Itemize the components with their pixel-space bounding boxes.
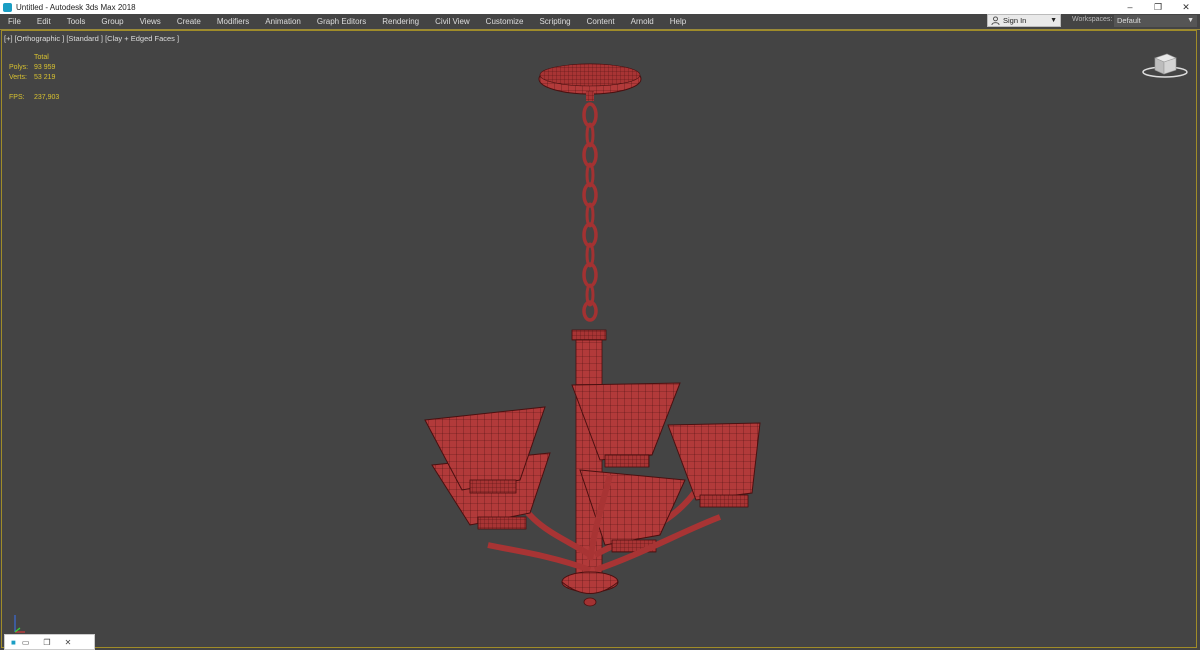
menu-create[interactable]: Create <box>169 14 209 29</box>
viewport-statistics: Total Polys: 93 959 Verts: 53 219 FPS: 2… <box>9 53 59 103</box>
restore-icon[interactable]: ❐ <box>43 638 50 647</box>
menu-content[interactable]: Content <box>579 14 623 29</box>
user-icon <box>991 16 1000 25</box>
stats-verts-label: Verts: <box>9 74 27 81</box>
chevron-down-icon: ▼ <box>1050 17 1057 24</box>
viewport-label-menu[interactable]: [+] [Orthographic ] [Standard ] [Clay + … <box>4 34 179 43</box>
window-title: Untitled - Autodesk 3ds Max 2018 <box>16 2 136 12</box>
close-button[interactable]: ✕ <box>1172 0 1200 14</box>
menu-views[interactable]: Views <box>132 14 169 29</box>
stats-fps-label: FPS: <box>9 94 25 101</box>
chevron-down-icon: ▼ <box>1187 17 1194 24</box>
stats-verts-value: 53 219 <box>34 74 56 81</box>
workspaces-label: Workspaces: <box>1072 16 1113 23</box>
menu-edit[interactable]: Edit <box>29 14 59 29</box>
close-icon[interactable]: ✕ <box>65 638 72 647</box>
title-bar: Untitled - Autodesk 3ds Max 2018 – ❐ ✕ <box>0 0 1200 14</box>
workspaces-value: Default <box>1117 16 1141 25</box>
menu-group[interactable]: Group <box>93 14 131 29</box>
stats-total-label: Total <box>34 54 49 61</box>
minimized-window-tab[interactable]: ■ ▭ ❐ ✕ <box>4 634 95 650</box>
restore-button[interactable]: ❐ <box>1144 0 1172 14</box>
window-icon[interactable]: ▭ <box>22 638 30 647</box>
menu-help[interactable]: Help <box>662 14 694 29</box>
stats-polys-value: 93 959 <box>34 64 56 71</box>
stats-fps-value: 237,903 <box>34 94 60 101</box>
menu-file[interactable]: File <box>0 14 29 29</box>
viewcube-icon[interactable] <box>1140 50 1190 80</box>
menu-tools[interactable]: Tools <box>59 14 94 29</box>
window-controls: – ❐ ✕ <box>1116 0 1200 14</box>
3dsmax-app-icon <box>3 2 12 12</box>
3dsmax-icon[interactable]: ■ <box>11 638 16 647</box>
workspaces-select[interactable]: Default ▼ <box>1114 15 1197 27</box>
central-column <box>571 329 607 341</box>
menu-civil-view[interactable]: Civil View <box>427 14 478 29</box>
menu-arnold[interactable]: Arnold <box>623 14 662 29</box>
chandelier-model[interactable] <box>400 55 800 615</box>
menu-rendering[interactable]: Rendering <box>374 14 427 29</box>
menu-graph-editors[interactable]: Graph Editors <box>309 14 374 29</box>
sign-in-dropdown[interactable]: Sign In ▼ <box>987 14 1061 27</box>
chain <box>582 102 598 322</box>
menu-animation[interactable]: Animation <box>257 14 309 29</box>
stats-polys-label: Polys: <box>9 64 29 71</box>
menu-modifiers[interactable]: Modifiers <box>209 14 257 29</box>
sign-in-label: Sign In <box>1003 16 1027 25</box>
menu-scripting[interactable]: Scripting <box>531 14 578 29</box>
lamp-shade <box>667 422 761 508</box>
menu-customize[interactable]: Customize <box>478 14 532 29</box>
minimize-button[interactable]: – <box>1116 0 1144 14</box>
